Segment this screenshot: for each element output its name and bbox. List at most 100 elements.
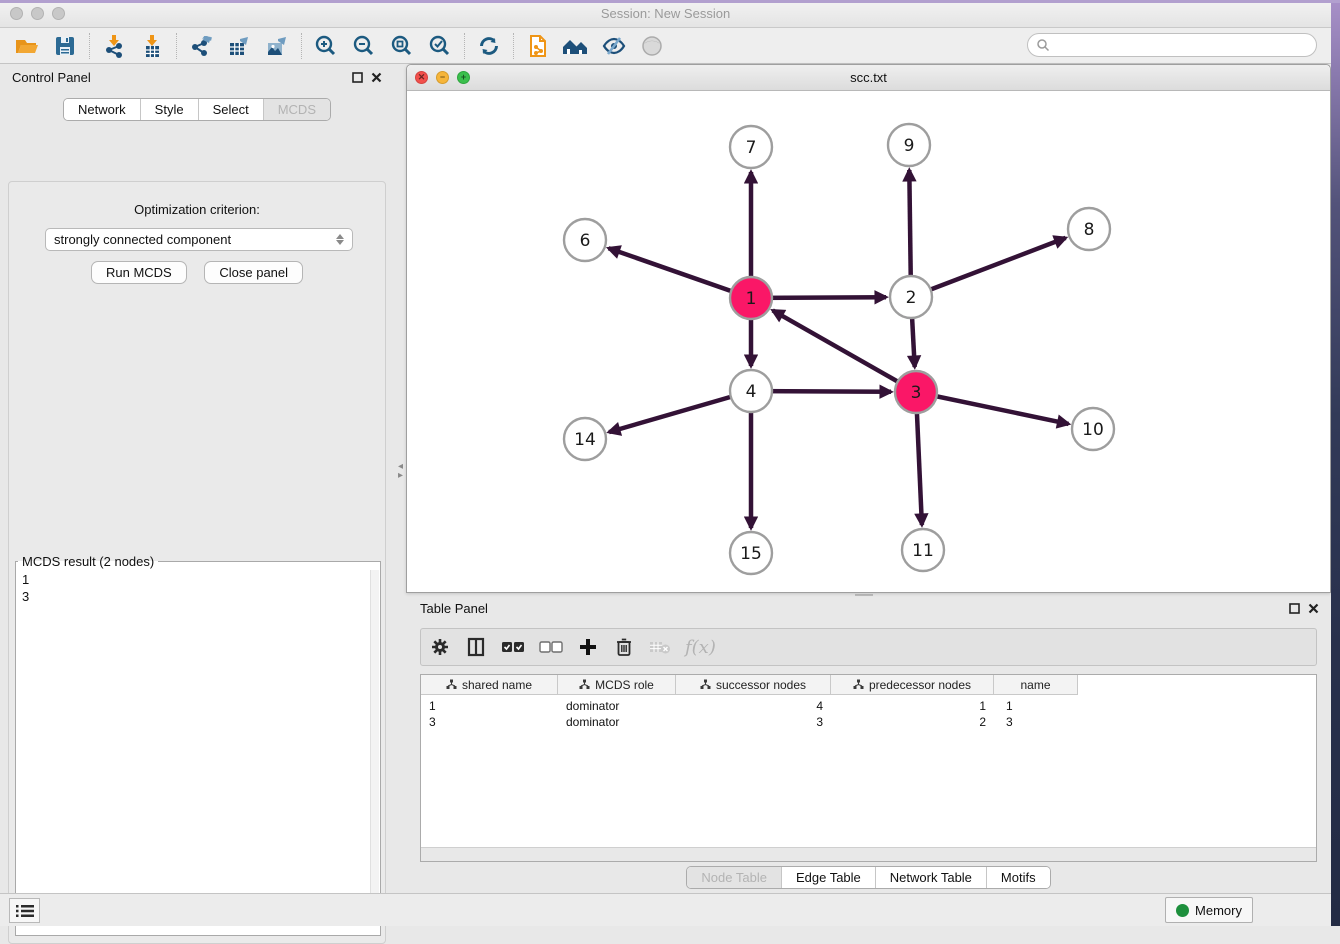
cell-successor-nodes[interactable]: 4 <box>676 698 831 714</box>
close-panel-button[interactable]: Close panel <box>204 261 303 284</box>
gear-icon <box>430 637 450 657</box>
graph-node-8[interactable]: 8 <box>1068 208 1110 250</box>
run-mcds-button[interactable]: Run MCDS <box>91 261 187 284</box>
network-canvas[interactable]: 7 9 6 8 1 2 4 3 14 10 15 11 <box>407 91 1330 592</box>
memory-button[interactable]: Memory <box>1165 897 1253 923</box>
network-graph[interactable]: 7 9 6 8 1 2 4 3 14 10 15 11 <box>407 91 1330 592</box>
close-table-panel-icon[interactable] <box>1308 603 1319 614</box>
graph-node-4[interactable]: 4 <box>730 370 772 412</box>
tab-style[interactable]: Style <box>140 99 198 120</box>
import-table-button[interactable] <box>133 31 171 61</box>
tab-network[interactable]: Network <box>64 99 140 120</box>
split-columns-button[interactable] <box>465 634 487 660</box>
save-session-button[interactable] <box>46 31 84 61</box>
column-header-successor-nodes[interactable]: successor nodes <box>676 675 831 695</box>
tab-network-table[interactable]: Network Table <box>875 867 986 888</box>
float-table-panel-icon[interactable] <box>1289 603 1300 614</box>
export-image-button[interactable] <box>258 31 296 61</box>
table-settings-button[interactable] <box>429 634 451 660</box>
cell-predecessor-nodes[interactable]: 1 <box>831 698 994 714</box>
zoom-fit-button[interactable] <box>383 31 421 61</box>
column-header-name[interactable]: name <box>994 675 1078 695</box>
export-network-button[interactable] <box>182 31 220 61</box>
column-header-mcds-role[interactable]: MCDS role <box>558 675 676 695</box>
cell-successor-nodes[interactable]: 3 <box>676 714 831 730</box>
node-table[interactable]: shared name MCDS role successor nodes pr… <box>420 674 1317 862</box>
preview-button[interactable] <box>633 31 671 61</box>
cell-shared-name[interactable]: 1 <box>421 698 558 714</box>
cell-name[interactable]: 1 <box>994 698 1078 714</box>
graph-node-label: 14 <box>574 430 596 450</box>
float-panel-icon[interactable] <box>352 72 363 83</box>
column-header-predecessor-nodes[interactable]: predecessor nodes <box>831 675 994 695</box>
graph-edge-1-6[interactable] <box>609 248 751 298</box>
network-document-icon <box>525 33 551 59</box>
show-all-columns-button[interactable] <box>501 634 525 660</box>
zoom-out-button[interactable] <box>345 31 383 61</box>
hide-panels-button[interactable] <box>595 31 633 61</box>
graph-node-11[interactable]: 11 <box>902 529 944 571</box>
import-table-icon <box>139 33 165 59</box>
graph-node-7[interactable]: 7 <box>730 126 772 168</box>
search-input[interactable] <box>1055 38 1308 52</box>
close-panel-icon[interactable] <box>371 72 382 83</box>
split-columns-icon <box>466 637 486 657</box>
plus-icon <box>578 637 598 657</box>
table-panel: Table Panel <box>406 595 1331 893</box>
graph-edge-2-8[interactable] <box>911 238 1066 297</box>
criterion-select[interactable]: strongly connected component <box>45 228 353 251</box>
search-box[interactable] <box>1027 33 1317 57</box>
graph-node-9[interactable]: 9 <box>888 124 930 166</box>
graph-node-6[interactable]: 6 <box>564 219 606 261</box>
network-window-titlebar[interactable]: ✕ − + scc.txt <box>407 65 1330 91</box>
tab-select[interactable]: Select <box>198 99 263 120</box>
cell-mcds-role[interactable]: dominator <box>558 698 676 714</box>
import-network-button[interactable] <box>95 31 133 61</box>
delete-column-button[interactable] <box>613 634 635 660</box>
table-row[interactable]: 1 dominator 4 1 1 <box>421 698 1316 714</box>
table-horizontal-scrollbar[interactable] <box>421 847 1316 861</box>
graph-node-label: 11 <box>912 541 934 561</box>
tab-mcds[interactable]: MCDS <box>263 99 330 120</box>
hide-all-columns-button[interactable] <box>539 634 563 660</box>
delete-table-icon <box>649 639 671 655</box>
zoom-in-button[interactable] <box>307 31 345 61</box>
home-button[interactable] <box>557 31 595 61</box>
add-column-button[interactable] <box>577 634 599 660</box>
export-table-button[interactable] <box>220 31 258 61</box>
function-builder-button[interactable]: f(x) <box>685 634 716 660</box>
graph-node-label: 4 <box>746 382 757 402</box>
tab-node-table[interactable]: Node Table <box>687 867 781 888</box>
graph-edge-3-10[interactable] <box>916 392 1069 424</box>
graph-node-1[interactable]: 1 <box>730 277 772 319</box>
cell-shared-name[interactable]: 3 <box>421 714 558 730</box>
graph-node-14[interactable]: 14 <box>564 418 606 460</box>
column-type-icon <box>446 679 457 690</box>
mcds-result-list[interactable]: 1 3 <box>16 569 380 607</box>
graph-node-label: 10 <box>1082 420 1104 440</box>
vertical-splitter-handle[interactable]: ◂▸ <box>396 462 405 480</box>
graph-node-2[interactable]: 2 <box>890 276 932 318</box>
cell-name[interactable]: 3 <box>994 714 1078 730</box>
table-row[interactable]: 3 dominator 3 2 3 <box>421 714 1316 730</box>
apply-layout-button[interactable] <box>470 31 508 61</box>
window-title: Session: New Session <box>0 6 1331 21</box>
graph-node-15[interactable]: 15 <box>730 532 772 574</box>
clone-network-button[interactable] <box>519 31 557 61</box>
tab-edge-table[interactable]: Edge Table <box>781 867 875 888</box>
graph-node-10[interactable]: 10 <box>1072 408 1114 450</box>
zoom-selected-button[interactable] <box>421 31 459 61</box>
mcds-result-title: MCDS result (2 nodes) <box>18 554 158 569</box>
save-floppy-icon <box>52 33 78 59</box>
graph-node-3[interactable]: 3 <box>895 371 937 413</box>
tab-motifs[interactable]: Motifs <box>986 867 1050 888</box>
task-history-button[interactable] <box>9 898 40 923</box>
column-header-shared-name[interactable]: shared name <box>421 675 558 695</box>
delete-table-button[interactable] <box>649 634 671 660</box>
graph-edge-3-1[interactable] <box>773 310 916 392</box>
open-session-button[interactable] <box>8 31 46 61</box>
cell-predecessor-nodes[interactable]: 2 <box>831 714 994 730</box>
export-image-icon <box>264 33 290 59</box>
cell-mcds-role[interactable]: dominator <box>558 714 676 730</box>
result-scrollbar[interactable] <box>370 570 379 926</box>
